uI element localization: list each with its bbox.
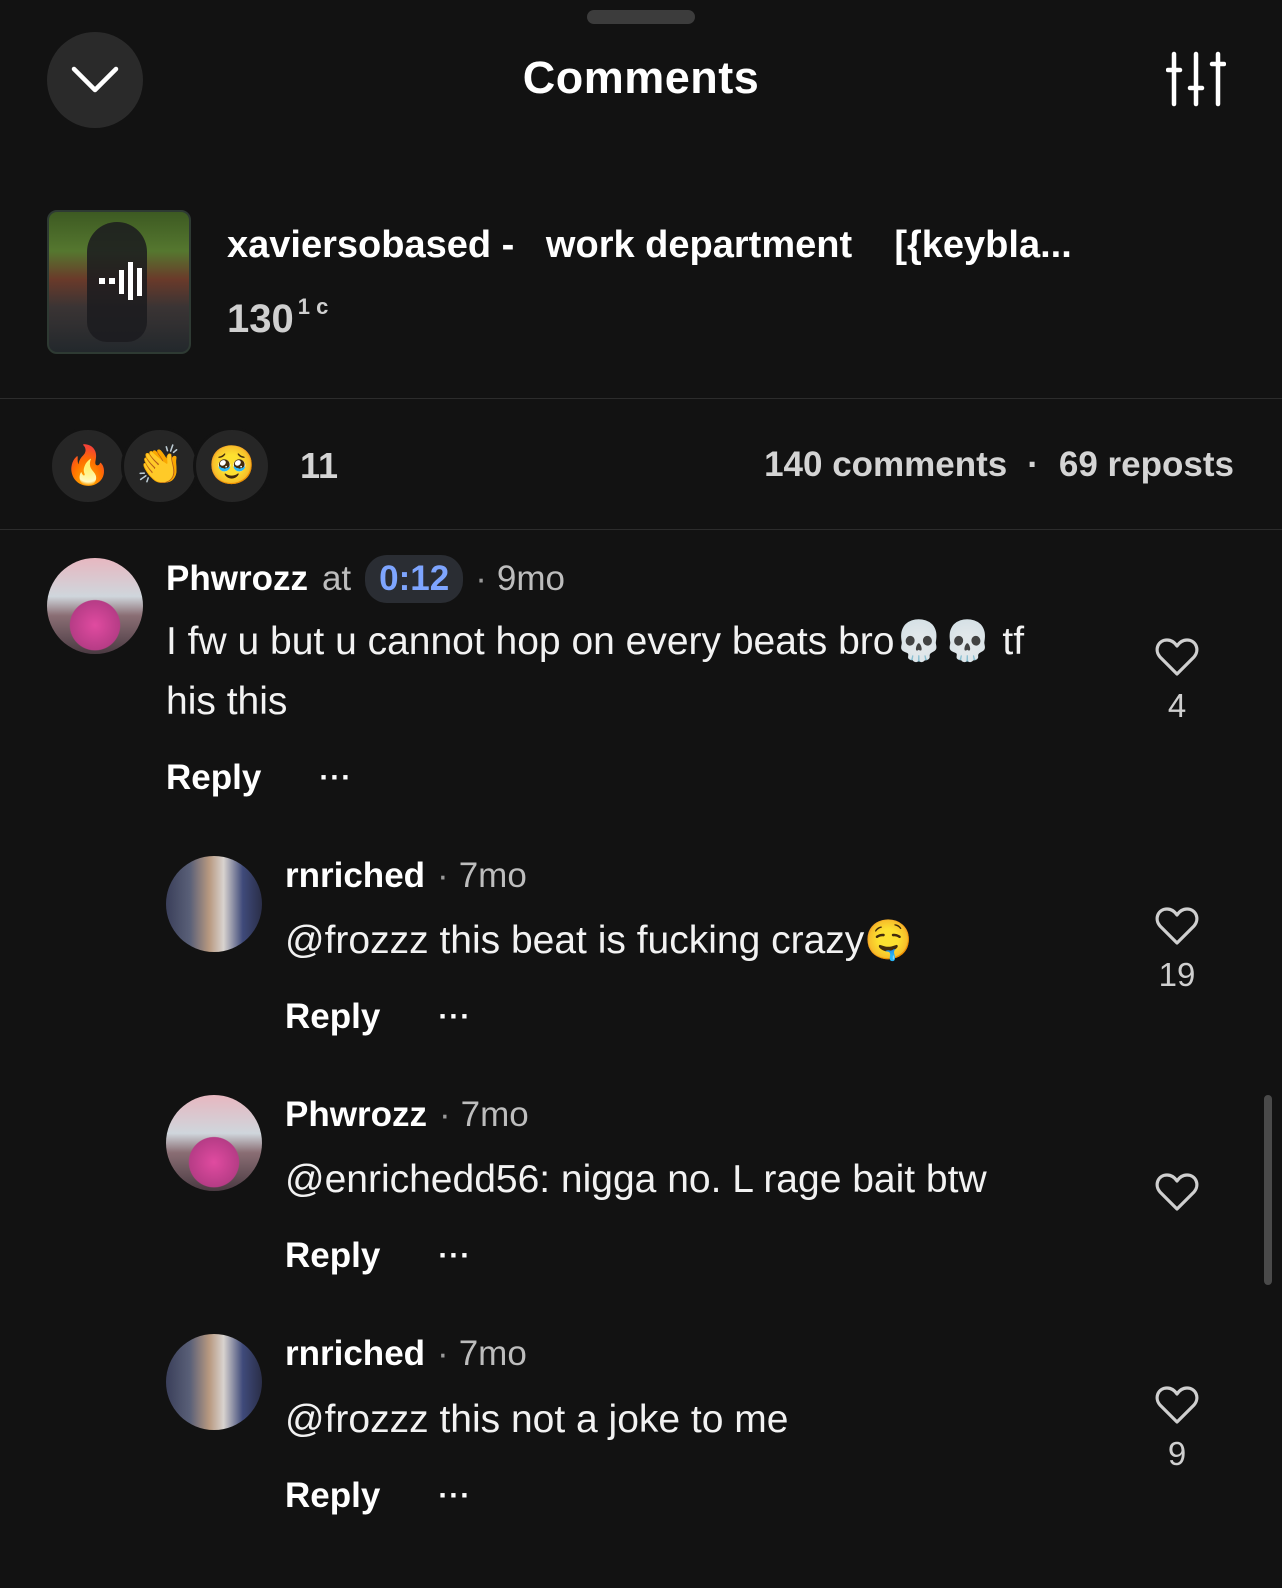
comment-username[interactable]: rnriched: [285, 1334, 425, 1374]
comment-text: I fw u but u cannot hop on every beats b…: [166, 620, 1025, 723]
track-stats: 140 comments · 69 reposts: [764, 445, 1234, 485]
comment-actions: Reply ···: [285, 1236, 471, 1276]
reactions-row[interactable]: 🔥 👏 🥹: [49, 427, 271, 505]
avatar[interactable]: [166, 1095, 262, 1191]
more-options-button[interactable]: ···: [438, 1000, 471, 1034]
comment-username[interactable]: Phwrozz: [166, 559, 308, 599]
page-title: Comments: [522, 52, 760, 103]
heart-icon: [1155, 1173, 1199, 1211]
plays-suffix: 1 c: [297, 294, 329, 319]
reactions-count: 11: [300, 445, 339, 486]
drag-handle[interactable]: [587, 10, 695, 24]
divider: [0, 529, 1282, 530]
like-button[interactable]: 19: [1152, 906, 1202, 994]
comment-age: 7mo: [460, 1095, 529, 1134]
comments-count[interactable]: 140 comments: [764, 445, 1007, 485]
like-button[interactable]: 9: [1152, 1385, 1202, 1473]
comment-meta: rnriched · 7mo: [285, 856, 527, 896]
comment-actions: Reply ···: [285, 1476, 471, 1516]
more-options-button[interactable]: ···: [438, 1479, 471, 1513]
comment-at-label: at: [321, 559, 352, 598]
sliders-icon: [1165, 51, 1227, 107]
more-options-button[interactable]: ···: [319, 761, 352, 795]
comment-age: 9mo: [496, 559, 565, 598]
pleading-emoji-reaction[interactable]: 🥹: [193, 427, 271, 505]
divider: [0, 398, 1282, 399]
filter-button[interactable]: [1165, 48, 1227, 110]
comment-actions: Reply ···: [166, 758, 352, 798]
scrollbar[interactable]: [1264, 1095, 1272, 1285]
comment-meta: Phwrozz · 7mo: [285, 1095, 529, 1135]
comment-actions: Reply ···: [285, 997, 471, 1037]
track-title[interactable]: xaviersobased - work department [{keybla…: [227, 224, 1072, 267]
more-options-button[interactable]: ···: [438, 1239, 471, 1273]
reposts-count[interactable]: 69 reposts: [1059, 445, 1234, 485]
like-count: 9: [1167, 1435, 1187, 1472]
heart-icon: [1155, 1386, 1199, 1424]
plays-count: 130: [227, 297, 294, 341]
comment-meta: rnriched · 7mo: [285, 1334, 527, 1374]
comment-text: @frozzz this not a joke to me: [285, 1398, 789, 1441]
comment-age: 7mo: [458, 1334, 527, 1373]
reply-button[interactable]: Reply: [166, 758, 261, 798]
meta-separator: ·: [437, 856, 449, 895]
like-count: 4: [1167, 687, 1187, 724]
fire-emoji-reaction[interactable]: 🔥: [49, 427, 127, 505]
reply-button[interactable]: Reply: [285, 1476, 380, 1516]
heart-icon: [1155, 907, 1199, 945]
comment-meta: Phwrozz at 0:12 · 9mo: [166, 555, 565, 603]
reply-button[interactable]: Reply: [285, 997, 380, 1037]
comment-text: @frozzz this beat is fucking crazy🤤: [285, 919, 913, 962]
comment-text: @enrichedd56: nigga no. L rage bait btw: [285, 1158, 987, 1201]
meta-separator: ·: [475, 559, 487, 598]
stats-separator: ·: [1027, 445, 1039, 484]
heart-icon: [1155, 638, 1199, 676]
comment-age: 7mo: [458, 856, 527, 895]
reply-button[interactable]: Reply: [285, 1236, 380, 1276]
comment-timestamp-chip[interactable]: 0:12: [365, 555, 464, 603]
like-button[interactable]: 4: [1152, 637, 1202, 725]
avatar[interactable]: [166, 1334, 262, 1430]
comment-username[interactable]: Phwrozz: [285, 1095, 427, 1135]
like-button[interactable]: [1152, 1172, 1202, 1222]
like-count: 19: [1158, 956, 1196, 993]
comment-username[interactable]: rnriched: [285, 856, 425, 896]
track-artwork[interactable]: [47, 210, 191, 354]
clap-emoji-reaction[interactable]: 👏: [121, 427, 199, 505]
avatar[interactable]: [47, 558, 143, 654]
avatar[interactable]: [166, 856, 262, 952]
track-plays: 130 1 c: [227, 294, 328, 342]
meta-separator: ·: [437, 1334, 449, 1373]
meta-separator: ·: [438, 1095, 451, 1134]
audio-bars-icon: [99, 262, 142, 300]
track-header[interactable]: xaviersobased - work department [{keybla…: [47, 210, 1282, 355]
